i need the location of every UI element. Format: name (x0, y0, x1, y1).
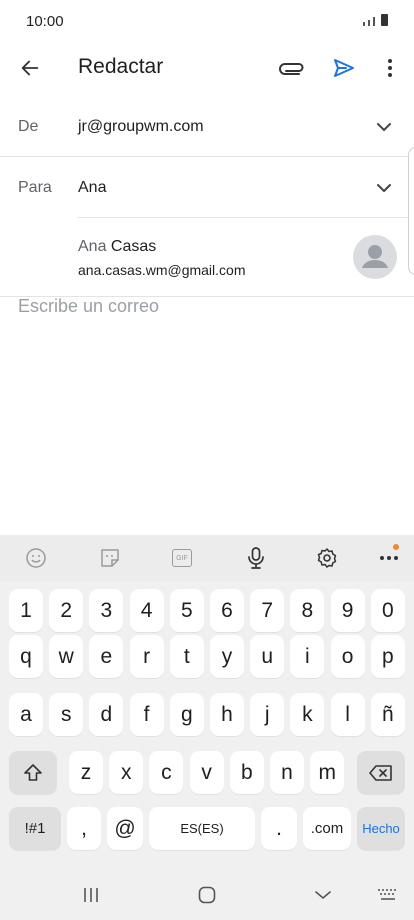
letter-key[interactable]: n (270, 751, 304, 794)
letter-key[interactable]: q (9, 635, 43, 678)
letter-key[interactable]: r (129, 635, 164, 678)
side-panel-handle[interactable] (408, 147, 414, 275)
from-value: jr@groupwm.com (78, 118, 204, 135)
letter-key[interactable]: f (129, 693, 164, 736)
keyboard-icon[interactable] (374, 882, 402, 908)
gif-icon[interactable]: GIF (170, 546, 194, 570)
shift-icon (24, 763, 42, 781)
more-vert-icon[interactable] (374, 52, 406, 84)
letter-key[interactable]: y (210, 635, 244, 678)
suggestion-email: ana.casas.wm@gmail.com (78, 262, 246, 278)
letter-key[interactable]: u (250, 635, 285, 678)
number-key[interactable]: 6 (210, 589, 244, 632)
shift-key[interactable] (9, 751, 57, 794)
letter-key[interactable]: s (49, 693, 84, 736)
person-icon (362, 245, 388, 268)
from-row[interactable]: De jr@groupwm.com (0, 96, 414, 156)
number-key[interactable]: 4 (129, 589, 164, 632)
at-key[interactable]: @ (107, 807, 143, 850)
letter-key[interactable]: j (250, 693, 285, 736)
number-key[interactable]: 0 (370, 589, 405, 632)
send-icon[interactable] (328, 52, 360, 84)
dotcom-key[interactable]: .com (303, 807, 351, 850)
suggestion-name: Ana Casas (78, 238, 156, 256)
number-key[interactable]: 1 (9, 589, 43, 632)
letter-key[interactable]: p (370, 635, 405, 678)
navigation-bar (0, 870, 414, 920)
letter-key[interactable]: z (69, 751, 103, 794)
recent-apps-icon[interactable] (77, 882, 105, 908)
letter-key[interactable]: v (189, 751, 224, 794)
signal-bar (368, 20, 370, 26)
number-key[interactable]: 5 (169, 589, 204, 632)
notification-dot (393, 544, 399, 550)
symbols-key[interactable]: !#1 (9, 807, 61, 850)
done-key[interactable]: Hecho (357, 807, 405, 850)
letter-key[interactable]: w (49, 635, 84, 678)
page-title: Redactar (78, 55, 164, 78)
paperclip-icon[interactable] (276, 52, 308, 84)
letter-key[interactable]: h (210, 693, 244, 736)
comma-key[interactable]: , (67, 807, 101, 850)
letter-key[interactable]: e (89, 635, 124, 678)
back-chevron-icon[interactable] (309, 882, 337, 908)
chevron-down-icon[interactable] (374, 117, 394, 137)
suggestion-name-rest: Casas (110, 238, 157, 255)
number-key[interactable]: 9 (330, 589, 365, 632)
number-key[interactable]: 2 (49, 589, 84, 632)
letter-key[interactable]: o (330, 635, 365, 678)
back-arrow-icon[interactable] (14, 52, 46, 84)
status-bar: 10:00 (0, 0, 414, 40)
mic-icon[interactable] (244, 546, 268, 570)
sticker-icon[interactable] (98, 546, 122, 570)
battery-icon (381, 14, 388, 26)
keyboard-toolbar: GIF (0, 535, 414, 581)
letter-key[interactable]: g (169, 693, 204, 736)
letter-key[interactable]: c (149, 751, 184, 794)
letter-key[interactable]: m (310, 751, 345, 794)
to-input[interactable]: Ana (78, 179, 106, 197)
home-icon[interactable] (193, 882, 221, 908)
signal-battery-icons (363, 13, 388, 26)
chevron-down-icon[interactable] (374, 178, 394, 198)
letter-key[interactable]: a (9, 693, 43, 736)
to-label: Para (18, 179, 52, 196)
gif-label: GIF (172, 549, 192, 567)
divider (78, 217, 414, 218)
suggestion-name-prefix: Ana (78, 238, 107, 255)
number-key[interactable]: 8 (290, 589, 325, 632)
number-key[interactable]: 3 (89, 589, 124, 632)
letter-key[interactable]: i (290, 635, 325, 678)
space-key[interactable]: ES(ES) (149, 807, 255, 850)
to-row[interactable]: Para Ana (0, 157, 414, 217)
backspace-key[interactable] (357, 751, 405, 794)
signal-icon (363, 22, 365, 26)
letter-key[interactable]: t (169, 635, 204, 678)
letter-key[interactable]: ñ (370, 693, 405, 736)
app-bar: Redactar (0, 40, 414, 96)
letter-key[interactable]: x (109, 751, 144, 794)
settings-icon[interactable] (315, 546, 339, 570)
period-key[interactable]: . (261, 807, 297, 850)
keyboard: GIF 1234567890 qwertyuiop asdfghjklñ zxc… (0, 535, 414, 920)
status-time: 10:00 (26, 13, 64, 30)
avatar (353, 235, 397, 279)
number-key[interactable]: 7 (250, 589, 285, 632)
letter-key[interactable]: b (229, 751, 264, 794)
backspace-icon (369, 764, 392, 781)
compose-body-input[interactable]: Escribe un correo (18, 296, 159, 317)
emoji-icon[interactable] (24, 546, 48, 570)
letter-key[interactable]: l (330, 693, 365, 736)
signal-bar (373, 17, 375, 26)
from-label: De (18, 118, 39, 135)
letter-key[interactable]: k (290, 693, 325, 736)
letter-key[interactable]: d (89, 693, 124, 736)
